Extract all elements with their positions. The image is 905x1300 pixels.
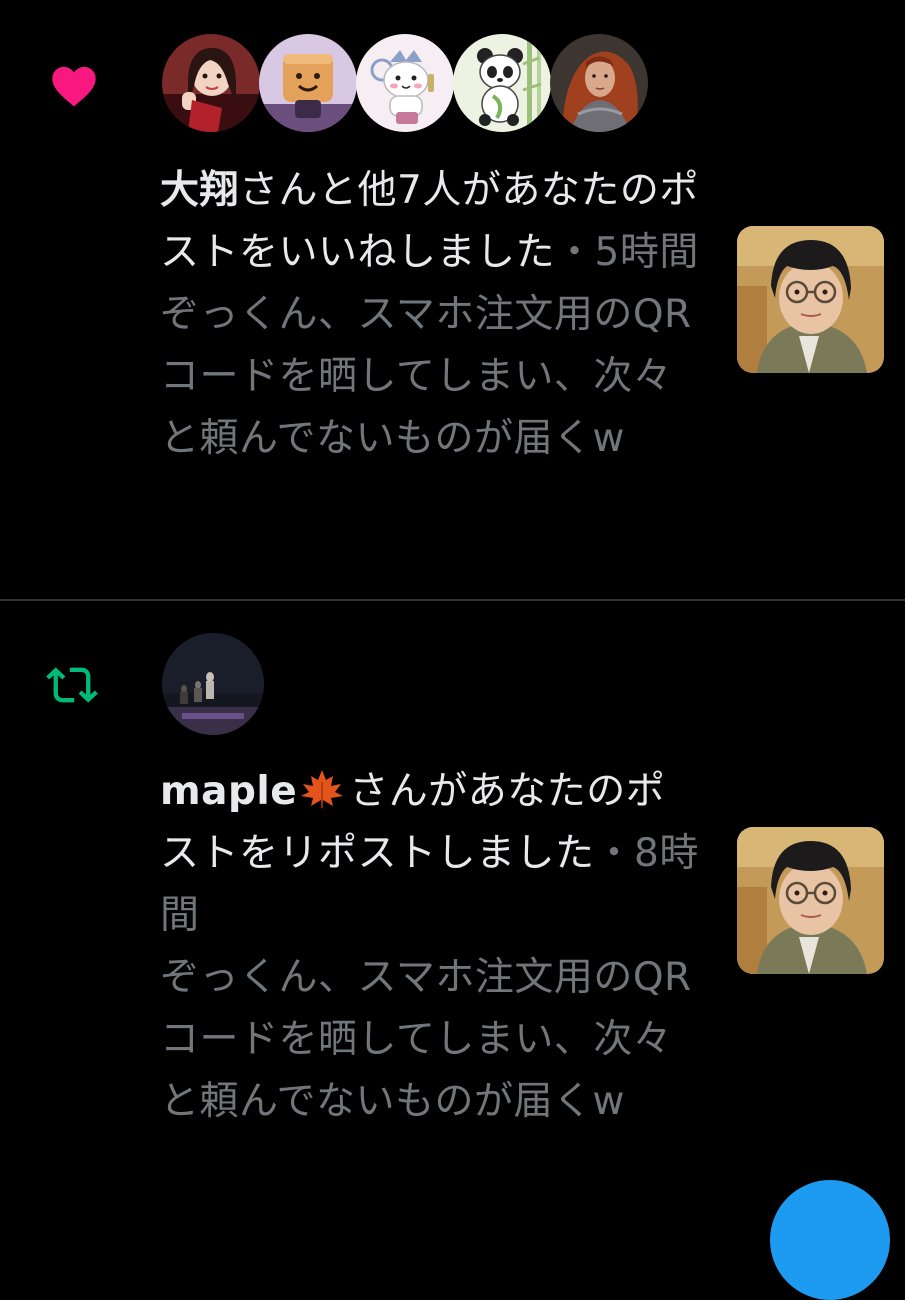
notification-like[interactable]: 大翔さんと他7人があなたのポストをいいねしました・5時間 ぞっくん、スマホ注文用…	[0, 0, 905, 600]
time-separator: ・	[594, 831, 635, 876]
notification-text: maple さんがあなたのポストをリポストしました・8時間 ぞっくん、スマホ注文用…	[160, 761, 700, 1133]
notification-summary: maple さんがあなたのポストをリポストしました・8時間	[160, 761, 700, 947]
timestamp: 5時間	[594, 230, 699, 275]
time-separator: ・	[555, 230, 595, 275]
maple-leaf-emoji	[299, 767, 345, 810]
avatar-panda-character[interactable]	[453, 34, 551, 132]
notification-summary: 大翔さんと他7人があなたのポストをいいねしました・5時間	[160, 160, 700, 284]
post-thumbnail[interactable]	[737, 827, 884, 974]
liker-avatars	[162, 34, 662, 134]
notification-text: 大翔さんと他7人があなたのポストをいいねしました・5時間 ぞっくん、スマホ注文用…	[160, 160, 700, 470]
notification-repost[interactable]: maple さんがあなたのポストをリポストしました・8時間 ぞっくん、スマホ注文用…	[0, 601, 905, 1200]
avatar-tofu-character[interactable]	[259, 34, 357, 132]
avatar-cat-character[interactable]	[356, 34, 454, 132]
compose-button[interactable]	[770, 1180, 890, 1300]
avatar-warrior-woman[interactable]	[550, 34, 648, 132]
repost-icon	[46, 659, 98, 711]
post-snippet[interactable]: ぞっくん、スマホ注文用のQRコードを晒してしまい、次々と頼んでないものが届くw	[160, 947, 700, 1133]
avatar-night-scene[interactable]	[162, 633, 264, 735]
actor-name[interactable]: 大翔	[160, 168, 239, 213]
actor-name[interactable]: maple	[160, 769, 297, 814]
post-thumbnail[interactable]	[737, 226, 884, 373]
post-snippet[interactable]: ぞっくん、スマホ注文用のQRコードを晒してしまい、次々と頼んでないものが届くw	[160, 284, 700, 470]
heart-icon	[48, 60, 100, 112]
avatar-idol[interactable]	[162, 34, 260, 132]
